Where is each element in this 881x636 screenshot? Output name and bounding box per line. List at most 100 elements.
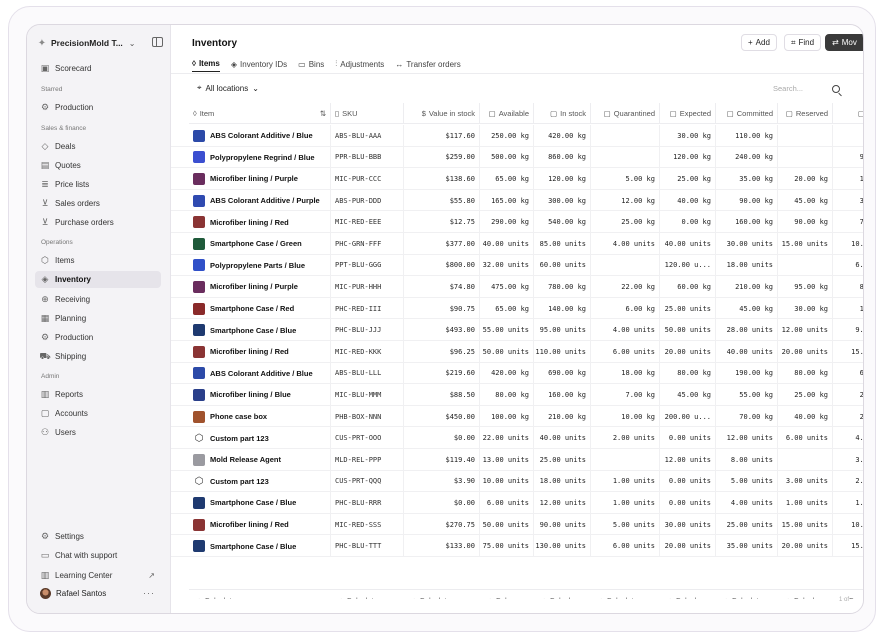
- org-switcher[interactable]: ✦ PrecisionMold T... ⌄: [37, 35, 163, 51]
- cell-item[interactable]: ⬡ Custom part 123: [189, 470, 331, 493]
- cell-in-stock: 85.00 units: [534, 233, 591, 255]
- column-header-committed[interactable]: ▢ Committed: [716, 103, 778, 124]
- cell-item[interactable]: Microfiber lining / Blue: [189, 384, 331, 406]
- column-header-sku[interactable]: ▯ SKU: [331, 103, 404, 124]
- cell-extra: 95: [833, 147, 863, 169]
- sidebar-item-shipping[interactable]: ⛟ Shipping: [35, 348, 161, 365]
- column-header-in-stock[interactable]: ▢ In stock: [534, 103, 591, 124]
- sort-icon[interactable]: ⇅: [320, 109, 326, 118]
- more-icon[interactable]: ···: [143, 588, 155, 598]
- table-row[interactable]: Smartphone Case / Blue PHC-BLU-JJJ $493.00…: [171, 319, 863, 341]
- tab-inventory-ids[interactable]: ◈ Inventory IDs: [231, 56, 287, 72]
- sidebar-item-price-lists[interactable]: ≣ Price lists: [35, 176, 161, 193]
- cell-item[interactable]: Smartphone Case / Blue: [189, 492, 331, 514]
- column-header-available[interactable]: ▢ Available: [480, 103, 534, 124]
- cell-item[interactable]: Smartphone Case / Blue: [189, 319, 331, 341]
- table-row[interactable]: ⬡ Custom part 123 CUS-PRT-OOO $0.00 22.00 un…: [171, 427, 863, 449]
- cell-item[interactable]: ABS Colorant Additive / Blue: [189, 125, 331, 147]
- table-row[interactable]: ⬡ Custom part 123 CUS-PRT-QQQ $3.90 10.00 un…: [171, 470, 863, 493]
- cell-committed: 90.00 kg: [716, 189, 778, 212]
- calculate-button[interactable]: +Calculate: [716, 589, 778, 599]
- cell-item[interactable]: Microfiber lining / Red: [189, 341, 331, 363]
- table-row[interactable]: Smartphone Case / Red PHC-RED-III $90.75 65…: [171, 297, 863, 320]
- table-row[interactable]: ABS Colorant Additive / Blue ABS-BLU-AAA $…: [171, 125, 863, 147]
- sidebar-item-production[interactable]: ⚙ Production: [35, 329, 161, 346]
- calculate-button[interactable]: +Calculate: [591, 589, 660, 599]
- table-row[interactable]: Microfiber lining / Red MIC-RED-EEE $12.75…: [171, 211, 863, 233]
- table-row[interactable]: Microfiber lining / Blue MIC-BLU-MMM $88.5…: [171, 384, 863, 406]
- table-row[interactable]: Polypropylene Regrind / Blue PPR-BLU-BBB $…: [171, 146, 863, 169]
- sidebar-item-receiving[interactable]: ⊕ Receiving: [35, 291, 161, 308]
- cell-item[interactable]: Microfiber lining / Red: [189, 211, 331, 233]
- column-header-more[interactable]: ▢: [833, 103, 863, 124]
- column-header-expected[interactable]: ▢ Expected: [660, 103, 716, 124]
- table-row[interactable]: Microfiber lining / Purple MIC-PUR-HHH $74…: [171, 276, 863, 298]
- sidebar-item-learning-center[interactable]: ▥ Learning Center ↗: [35, 567, 161, 584]
- table-row[interactable]: Polypropylene Parts / Blue PPT-BLU-GGG $80…: [171, 254, 863, 277]
- sidebar-toggle-icon[interactable]: [152, 37, 163, 47]
- sidebar-item-chat-with-support[interactable]: ▭ Chat with support: [35, 547, 161, 564]
- calculate-button[interactable]: +Calcul...: [660, 589, 716, 599]
- calculate-button[interactable]: +Calculate: [189, 589, 331, 599]
- table-row[interactable]: Smartphone Case / Blue PHC-BLU-RRR $0.00 6.…: [171, 492, 863, 514]
- cell-item[interactable]: Mold Release Agent: [189, 449, 331, 471]
- table-row[interactable]: ABS Colorant Additive / Purple ABS-PUR-DD…: [171, 189, 863, 212]
- cell-value: $55.80: [404, 189, 480, 212]
- table-row[interactable]: Smartphone Case / Green PHC-GRN-FFF $377.0…: [171, 233, 863, 255]
- cell-item[interactable]: ⬡ Custom part 123: [189, 427, 331, 449]
- column-header-reserved[interactable]: ▢ Reserved: [778, 103, 833, 124]
- cell-item[interactable]: Smartphone Case / Green: [189, 233, 331, 255]
- calculate-button[interactable]: +Calcul...: [534, 589, 591, 599]
- cell-item[interactable]: Microfiber lining / Purple: [189, 168, 331, 190]
- tab-transfer-orders[interactable]: ↔ Transfer orders: [395, 56, 460, 72]
- search-icon[interactable]: [832, 85, 840, 93]
- tab-adjustments[interactable]: ⫶ Adjustments: [335, 56, 384, 72]
- cell-item[interactable]: Smartphone Case / Blue: [189, 535, 331, 557]
- add-button[interactable]: + Add: [741, 34, 777, 51]
- calculate-button[interactable]: +Calculate: [404, 589, 480, 599]
- calculate-button[interactable]: +Calcu...: [480, 589, 534, 599]
- sidebar-item-planning[interactable]: ▦ Planning: [35, 310, 161, 327]
- sidebar-item-accounts[interactable]: ▢ Accounts: [35, 405, 161, 422]
- find-button[interactable]: ⌗ Find: [784, 34, 822, 51]
- location-filter[interactable]: ⌖ All locations ⌄: [197, 83, 259, 93]
- calculate-button[interactable]: +Calcul...: [778, 589, 833, 599]
- calculate-button[interactable]: +Calculate: [331, 589, 404, 599]
- cell-item[interactable]: ABS Colorant Additive / Blue: [189, 362, 331, 385]
- cell-committed: 70.00 kg: [716, 405, 778, 428]
- sidebar-item-quotes[interactable]: ▤ Quotes: [35, 157, 161, 174]
- table-row[interactable]: Microfiber lining / Red MIC-RED-KKK $96.25…: [171, 341, 863, 363]
- sidebar-item-deals[interactable]: ◇ Deals: [35, 138, 161, 155]
- cell-item[interactable]: ABS Colorant Additive / Purple: [189, 189, 331, 212]
- sidebar-item-inventory[interactable]: ◈ Inventory: [35, 271, 161, 288]
- move-button[interactable]: ⇄ Mov: [825, 34, 863, 51]
- cell-item[interactable]: Polypropylene Regrind / Blue: [189, 146, 331, 169]
- cell-item[interactable]: Smartphone Case / Red: [189, 297, 331, 320]
- cell-item[interactable]: Microfiber lining / Purple: [189, 276, 331, 298]
- column-header-quarantined[interactable]: ▢ Quarantined: [591, 103, 660, 124]
- table-row[interactable]: Smartphone Case / Blue PHC-BLU-TTT $133.00…: [171, 535, 863, 557]
- sidebar-item-settings[interactable]: ⚙ Settings: [35, 528, 161, 545]
- table-row[interactable]: ABS Colorant Additive / Blue ABS-BLU-LLL $…: [171, 362, 863, 385]
- table-row[interactable]: Phone case box PHB-BOX-NNN $450.00 100.00 k…: [171, 405, 863, 428]
- table-row[interactable]: Microfiber lining / Purple MIC-PUR-CCC $13…: [171, 168, 863, 190]
- table-row[interactable]: Mold Release Agent MLD-REL-PPP $119.40 13.0…: [171, 449, 863, 471]
- sidebar-item-users[interactable]: ⚇ Users: [35, 424, 161, 441]
- table-row[interactable]: Microfiber lining / Red MIC-RED-SSS $270.7…: [171, 513, 863, 536]
- tab-bins[interactable]: ▭ Bins: [298, 56, 324, 72]
- column-header-item[interactable]: ◊ Item ⇅: [189, 103, 331, 124]
- sidebar-item-items[interactable]: ⬡ Items: [35, 252, 161, 269]
- search-input[interactable]: Search...: [773, 84, 803, 93]
- cell-item[interactable]: Microfiber lining / Red: [189, 513, 331, 536]
- column-header-value-in-stock[interactable]: $ Value in stock: [404, 103, 480, 124]
- sidebar-item-scorecard[interactable]: ▣ Scorecard: [35, 60, 161, 77]
- user-menu[interactable]: Rafael Santos ···: [35, 585, 161, 601]
- cell-item[interactable]: Polypropylene Parts / Blue: [189, 254, 331, 277]
- sidebar-item-label: Inventory: [55, 275, 92, 284]
- cell-item[interactable]: Phone case box: [189, 405, 331, 428]
- tab-items[interactable]: ◊ Items: [192, 56, 220, 72]
- sidebar-item-reports[interactable]: ▥ Reports: [35, 386, 161, 403]
- sidebar-item-sales-orders[interactable]: ⊻ Sales orders: [35, 195, 161, 212]
- sidebar-item-production[interactable]: ⚙ Production: [35, 99, 161, 116]
- sidebar-item-purchase-orders[interactable]: ⊻ Purchase orders: [35, 214, 161, 231]
